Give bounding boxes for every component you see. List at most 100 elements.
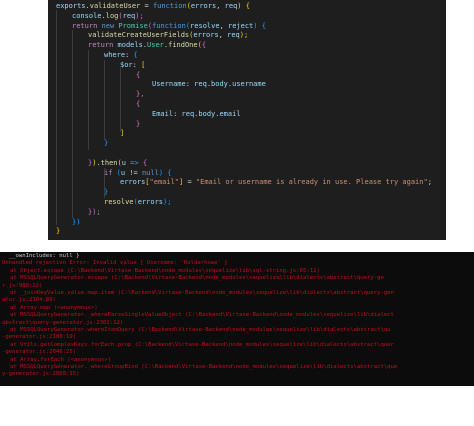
code-token: } — [56, 227, 61, 236]
code-token: "Email or username is already in use. Pl… — [195, 178, 428, 187]
code-token: { — [133, 51, 138, 59]
code-token: $or — [120, 60, 133, 69]
stack-trace-line: ator.js:2304:89) — [2, 297, 56, 304]
code-line: exports.validateUser = function(errors, … — [56, 2, 250, 12]
stack-trace-line: r.js:988:22) — [2, 282, 43, 289]
code-editor[interactable]: exports.validateUser = function(errors, … — [48, 0, 446, 240]
code-token: { — [136, 100, 141, 108]
code-line: { — [136, 100, 140, 110]
code-token: ); — [163, 198, 172, 206]
code-token: User — [147, 41, 164, 50]
code-token: { — [142, 158, 148, 167]
code-token: where — [104, 51, 126, 59]
code-token: }, — [136, 90, 145, 99]
code-line: errors["email"] = "Email or username is … — [120, 178, 432, 188]
code-token: Username — [152, 80, 186, 89]
stack-trace-line: at MSSQLQueryGenerator._whereParseSingle… — [10, 312, 394, 319]
code-token: findOne — [168, 41, 198, 50]
code-line: } — [136, 120, 140, 130]
code-token: { — [261, 21, 266, 30]
code-line: where: { — [104, 51, 138, 61]
indent-guide — [104, 60, 105, 140]
code-line: if (u != null) { — [104, 169, 171, 179]
code-token: errors — [137, 198, 164, 206]
stack-trace-line: at _joinKeyValue.value.map.item (C:\Back… — [10, 290, 394, 296]
code-token: } — [136, 119, 141, 128]
code-token: username — [232, 80, 266, 89]
code-line: }, — [136, 90, 144, 100]
code-token: req — [227, 31, 240, 40]
code-line: }).then(u => { — [88, 159, 147, 169]
code-token: errors — [120, 178, 146, 187]
stack-trace-line: at Array.forEach (<anonymous>) — [10, 356, 112, 363]
code-token: : — [132, 60, 142, 69]
code-token: => — [125, 158, 143, 167]
code-token: req — [181, 109, 195, 118]
code-token: req — [224, 2, 238, 10]
code-token: , — [219, 21, 228, 30]
code-token: }); — [88, 207, 101, 216]
indent-guide — [72, 30, 73, 218]
code-line: resolve(errors); — [104, 198, 171, 208]
indent-guide — [88, 50, 89, 150]
code-token: reject — [228, 21, 254, 30]
code-line: Email: req.body.email — [152, 110, 241, 120]
stack-trace-line: -generator.js:2180:19) — [2, 334, 77, 341]
code-token: models — [117, 41, 143, 50]
code-token: email — [219, 109, 241, 118]
code-token: != — [125, 168, 142, 177]
stack-trace-line: at MSSQLQueryGenerator.whereItemQuery (C… — [10, 327, 391, 333]
code-token: req — [122, 11, 136, 20]
stack-trace-line: at Utils.getComplexKeys.forEach.prop (C:… — [10, 341, 394, 348]
code-token: function — [152, 2, 187, 10]
code-token: errors — [190, 2, 217, 10]
code-token: null — [141, 168, 159, 177]
code-token: console — [72, 11, 102, 20]
code-token: req — [194, 80, 207, 89]
code-token: then — [100, 158, 118, 167]
code-token: : — [185, 80, 195, 89]
code-token: : — [125, 51, 134, 59]
code-token: body — [211, 80, 228, 89]
code-token: validateCreateUserFields — [88, 31, 190, 40]
code-line: } — [56, 227, 60, 237]
code-line: $or: [ — [120, 61, 145, 71]
stack-trace-line: abstract\query-generator.js:2302:12) — [2, 319, 124, 326]
code-token: body — [198, 109, 216, 118]
code-token: errors — [193, 31, 219, 40]
code-token: : — [173, 109, 182, 118]
code-line: Username: req.body.username — [152, 80, 266, 90]
code-line: return models.User.findOne({ — [88, 41, 206, 51]
code-token: Email — [152, 109, 174, 118]
code-token: }) — [72, 217, 81, 226]
code-token: "email" — [149, 178, 180, 187]
code-token: { — [136, 70, 141, 79]
code-token: , — [218, 31, 228, 40]
code-line: } — [104, 139, 108, 149]
code-token: log — [105, 11, 119, 20]
code-token: [ — [141, 60, 146, 69]
code-token: function — [152, 21, 186, 30]
error-message: Unhandled rejection Error: Invalid value… — [2, 260, 228, 267]
code-token: resolve — [190, 21, 220, 30]
code-token: ] — [120, 129, 125, 138]
code-token: ) — [158, 168, 168, 177]
code-line: ] — [120, 129, 124, 139]
code-token: } — [104, 188, 109, 197]
code-token: } — [104, 139, 109, 148]
stack-trace-line: -generator.js:2046:25) — [2, 349, 77, 356]
code-token: exports — [56, 2, 86, 10]
code-token: = — [140, 2, 153, 10]
code-token: validateUser — [89, 2, 141, 10]
code-line: } — [104, 188, 108, 198]
code-token: ); — [135, 11, 144, 20]
code-token: return — [72, 21, 102, 30]
code-token: Promise — [118, 21, 148, 30]
stack-trace-line: at Object.escape (C:\Backend\Virtaxe-Bac… — [10, 267, 320, 274]
stack-trace-line: at MSSQLQueryGenerator.escape (C:\Backen… — [10, 275, 384, 282]
terminal-output[interactable]: __ownIncludes: null } Unhandled rejection… — [0, 252, 474, 386]
stack-trace-line: y-generator.js:2068:35) — [2, 371, 80, 378]
code-token: return — [88, 41, 118, 50]
code-token: ) — [253, 21, 262, 30]
code-line: return new Promise(function(resolve, rej… — [72, 22, 266, 32]
